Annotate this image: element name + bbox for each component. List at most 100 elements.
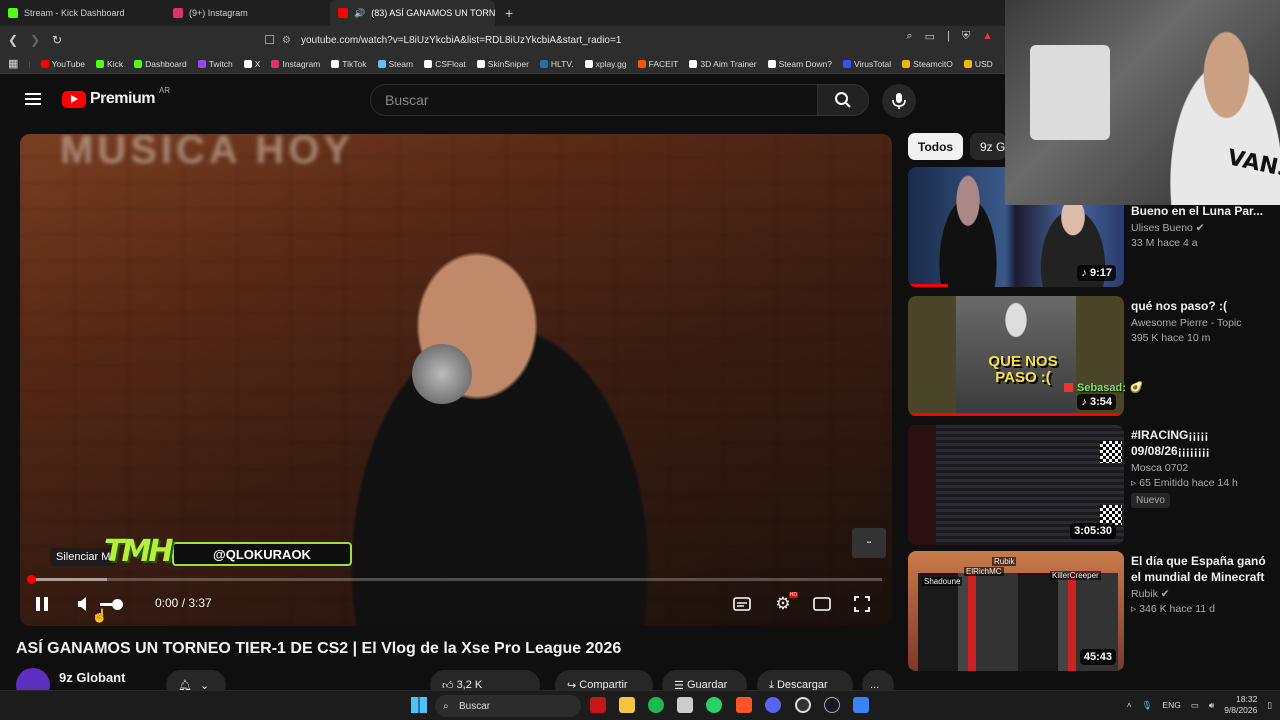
recommendation-item[interactable]: Rubik ElRichMC Shadoune KillerCreeper 45… xyxy=(908,551,1270,671)
youtube-play-icon xyxy=(62,90,86,108)
language-indicator[interactable]: ENG xyxy=(1162,700,1180,710)
chevron-up-icon[interactable]: ˄ xyxy=(1127,700,1132,710)
video-thumbnail[interactable]: Rubik ElRichMC Shadoune KillerCreeper 45… xyxy=(908,551,1124,671)
fullscreen-icon xyxy=(854,596,870,612)
channel-name[interactable]: 9z Globant xyxy=(59,670,125,685)
video-thumbnail[interactable]: QUE NOS PASO :( ♪ 3:54 xyxy=(908,296,1124,416)
bookmark-item[interactable]: CSFloat xyxy=(424,59,466,69)
tray-mic-icon[interactable]: 🎙︎ xyxy=(1142,700,1153,711)
whatsapp-icon[interactable] xyxy=(706,697,722,713)
channel-watermark[interactable]: ▪▪ xyxy=(852,528,886,558)
country-code: AR xyxy=(158,85,171,95)
play-icon: ▹ xyxy=(1131,603,1140,615)
app-icon-blue[interactable] xyxy=(853,697,869,713)
photos-icon[interactable] xyxy=(677,697,693,713)
fullscreen-button[interactable] xyxy=(852,594,872,614)
tab-youtube[interactable]: 🔊 (83) ASÍ GANAMOS UN TORNEO ✕ xyxy=(330,0,495,26)
webcam-overlay: VANS xyxy=(1005,0,1280,205)
theater-mode-button[interactable] xyxy=(812,594,832,614)
bookmark-item[interactable]: TikTok xyxy=(331,59,367,69)
bookmark-favicon-icon xyxy=(539,59,548,68)
file-explorer-icon[interactable] xyxy=(619,697,635,713)
youtube-premium-logo[interactable]: Premium AR xyxy=(62,86,170,108)
subtitles-button[interactable] xyxy=(732,594,752,614)
chip-todos[interactable]: Todos xyxy=(908,133,964,160)
recommendation-title[interactable]: Bueno en el Luna Par... xyxy=(1131,203,1266,219)
bookmark-item[interactable]: Dashboard xyxy=(134,59,187,69)
bookmark-item[interactable]: Steam xyxy=(377,59,413,69)
recommendation-title[interactable]: El día que España ganó el mundial de Min… xyxy=(1131,553,1266,585)
speaker-icon[interactable]: 🔊︎ xyxy=(1209,700,1214,711)
settings-button[interactable]: ⚙ HD xyxy=(772,592,798,614)
recommendation-title[interactable]: qué nos paso? :( xyxy=(1131,298,1266,314)
clock[interactable]: 18:32 9/8/2026 xyxy=(1224,694,1257,716)
bookmark-item[interactable]: Steam Down? xyxy=(767,58,832,69)
spotify-icon[interactable] xyxy=(648,697,664,713)
url-text: youtube.com/watch?v=L8iUzYkcbiA&list=RDL… xyxy=(300,34,622,46)
site-info-icon[interactable]: ⚙ xyxy=(282,35,291,46)
bookmark-item[interactable]: X xyxy=(243,59,260,69)
taskbar-search-label: Buscar xyxy=(459,700,491,712)
notifications-icon[interactable]: ▯ xyxy=(1267,700,1272,711)
app-icon-acrobat[interactable] xyxy=(590,697,606,713)
menu-icon[interactable] xyxy=(25,93,41,105)
network-icon[interactable]: ▭ xyxy=(1191,700,1199,711)
bookmark-label: Steam Down? xyxy=(778,58,832,69)
bookmark-icon[interactable]: ☐ xyxy=(264,33,275,47)
taskbar-search[interactable]: ⌕ Buscar xyxy=(435,695,581,717)
pause-icon xyxy=(36,597,48,611)
apps-icon[interactable]: ▦ xyxy=(8,57,18,70)
thumb-text: QUE NOS PASO :( xyxy=(988,353,1058,386)
search-input[interactable]: Buscar xyxy=(370,84,818,116)
bookmark-favicon-icon xyxy=(96,59,105,68)
bookmark-item[interactable]: 3D Aim Trainer xyxy=(689,59,757,69)
obs-icon[interactable] xyxy=(795,697,811,713)
recommendation-title[interactable]: #IRACING¡¡¡¡¡ 09/08/26¡¡¡¡¡¡¡¡ xyxy=(1131,427,1266,459)
bookmark-item[interactable]: USD xyxy=(963,59,993,69)
bookmark-item[interactable]: Twitch xyxy=(197,59,233,69)
bookmark-item[interactable]: Kick xyxy=(96,59,123,69)
volume-knob[interactable] xyxy=(112,599,123,610)
steam-icon[interactable] xyxy=(824,697,840,713)
tab-kick-dashboard[interactable]: Stream - Kick Dashboard xyxy=(0,0,165,26)
recommendation-meta: ▹ 346 K hace 11 d xyxy=(1131,603,1266,615)
chip-label: Todos xyxy=(918,139,954,154)
forward-icon[interactable]: ❯ xyxy=(30,33,40,47)
chip-channel[interactable]: 9z Globant xyxy=(970,133,1006,160)
recommendation-item[interactable]: 3:05:30 #IRACING¡¡¡¡¡ 09/08/26¡¡¡¡¡¡¡¡ M… xyxy=(908,425,1270,545)
video-thumbnail[interactable]: 3:05:30 xyxy=(908,425,1124,545)
duration-text: 3:54 xyxy=(1089,396,1112,408)
pause-button[interactable] xyxy=(32,594,52,614)
bookmark-item[interactable]: SteamcitO xyxy=(902,59,953,69)
recommendation-channel[interactable]: Rubik ✔ xyxy=(1131,588,1266,600)
bookmark-item[interactable]: HLTV. xyxy=(539,59,574,69)
bookmark-item[interactable]: FACEIT xyxy=(637,59,678,69)
recommendation-info: #IRACING¡¡¡¡¡ 09/08/26¡¡¡¡¡¡¡¡ Mosca 070… xyxy=(1131,427,1266,508)
recommendation-info: Bueno en el Luna Par... Ulises Bueno ✔ 3… xyxy=(1131,203,1266,249)
watched-progress xyxy=(908,413,1124,416)
recommendation-channel[interactable]: Mosca 0702 xyxy=(1131,462,1266,474)
watched-progress xyxy=(908,284,948,287)
recommendation-info: El día que España ganó el mundial de Min… xyxy=(1131,553,1266,615)
back-icon[interactable]: ❮ xyxy=(8,33,18,47)
recommendation-channel[interactable]: Ulises Bueno ✔ xyxy=(1131,222,1266,234)
recommendation-channel[interactable]: Awesome Pierre - Topic xyxy=(1131,317,1266,329)
brave-browser-icon[interactable] xyxy=(736,697,752,713)
progress-bar[interactable] xyxy=(30,578,882,581)
windows-start-icon[interactable] xyxy=(411,697,427,713)
search-button[interactable] xyxy=(817,84,869,116)
bookmark-item[interactable]: YouTube xyxy=(40,59,85,69)
bookmark-item[interactable]: VirusTotal xyxy=(843,59,891,69)
tab-instagram[interactable]: (9+) Instagram xyxy=(165,0,330,26)
bookmark-item[interactable]: xplay.gg xyxy=(584,59,627,69)
voice-search-button[interactable] xyxy=(882,84,916,118)
bookmark-item[interactable]: SkinSniper xyxy=(476,59,529,69)
new-tab-icon[interactable]: + xyxy=(495,5,513,21)
recommendation-item[interactable]: QUE NOS PASO :( ♪ 3:54 qué nos paso? :( … xyxy=(908,296,1270,416)
bookmark-item[interactable]: Instagram xyxy=(271,59,320,69)
url-field[interactable]: ⚙ youtube.com/watch?v=L8iUzYkcbiA&list=R… xyxy=(282,30,1002,50)
progress-scrubber[interactable] xyxy=(27,575,36,584)
reload-icon[interactable]: ↻ xyxy=(52,33,62,47)
desk-fan xyxy=(1030,45,1110,140)
discord-icon[interactable] xyxy=(765,697,781,713)
